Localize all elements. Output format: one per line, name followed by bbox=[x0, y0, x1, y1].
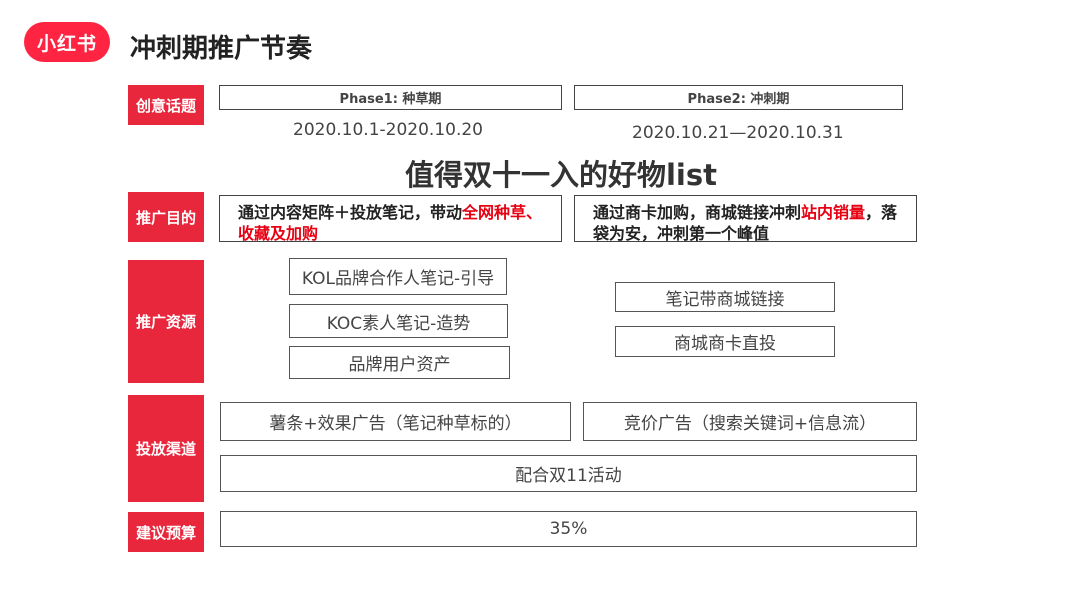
phase2-goal: 通过商卡加购，商城链接冲刺站内销量，落袋为安，冲刺第一个峰值 bbox=[574, 195, 917, 243]
channel-phase1-ads: 薯条+效果广告（笔记种草标的） bbox=[220, 402, 571, 441]
phase2-dates: 2020.10.21—2020.10.31 bbox=[632, 123, 844, 143]
page-title: 冲刺期推广节奏 bbox=[130, 34, 313, 64]
phase1-goal: 通过内容矩阵＋投放笔记，带动全网种草、收藏及加购 bbox=[219, 195, 562, 243]
row-label-budget: 建议预算 bbox=[128, 512, 204, 552]
budget-value: 35% bbox=[220, 511, 917, 547]
phase2-goal-text-before: 通过商卡加购，商城链接冲刺 bbox=[593, 203, 802, 222]
phase1-goal-text: 通过内容矩阵＋投放笔记，带动 bbox=[238, 203, 463, 222]
resource-koc-notes: KOC素人笔记-造势 bbox=[289, 304, 508, 338]
phase1-header: Phase1: 种草期 bbox=[219, 85, 562, 110]
row-label-topic: 创意话题 bbox=[128, 85, 204, 125]
resource-kol-notes: KOL品牌合作人笔记-引导 bbox=[289, 258, 507, 295]
topic-title: 值得双十一入的好物list bbox=[404, 158, 717, 192]
row-label-channels: 投放渠道 bbox=[128, 395, 204, 502]
resource-brand-user-assets: 品牌用户资产 bbox=[289, 346, 510, 379]
channel-double11-activity: 配合双11活动 bbox=[220, 455, 917, 492]
row-label-resources: 推广资源 bbox=[128, 260, 204, 383]
phase1-dates: 2020.10.1-2020.10.20 bbox=[293, 120, 483, 140]
phase2-goal-highlight: 站内销量 bbox=[801, 203, 866, 222]
resource-note-mall-link: 笔记带商城链接 bbox=[615, 282, 835, 312]
resource-mall-card-direct: 商城商卡直投 bbox=[615, 326, 835, 357]
channel-phase2-ads: 竞价广告（搜索关键词+信息流） bbox=[583, 402, 917, 441]
phase2-header: Phase2: 冲刺期 bbox=[574, 85, 903, 110]
xiaohongshu-logo: 小红书 bbox=[24, 22, 110, 62]
row-label-goal: 推广目的 bbox=[128, 192, 204, 242]
